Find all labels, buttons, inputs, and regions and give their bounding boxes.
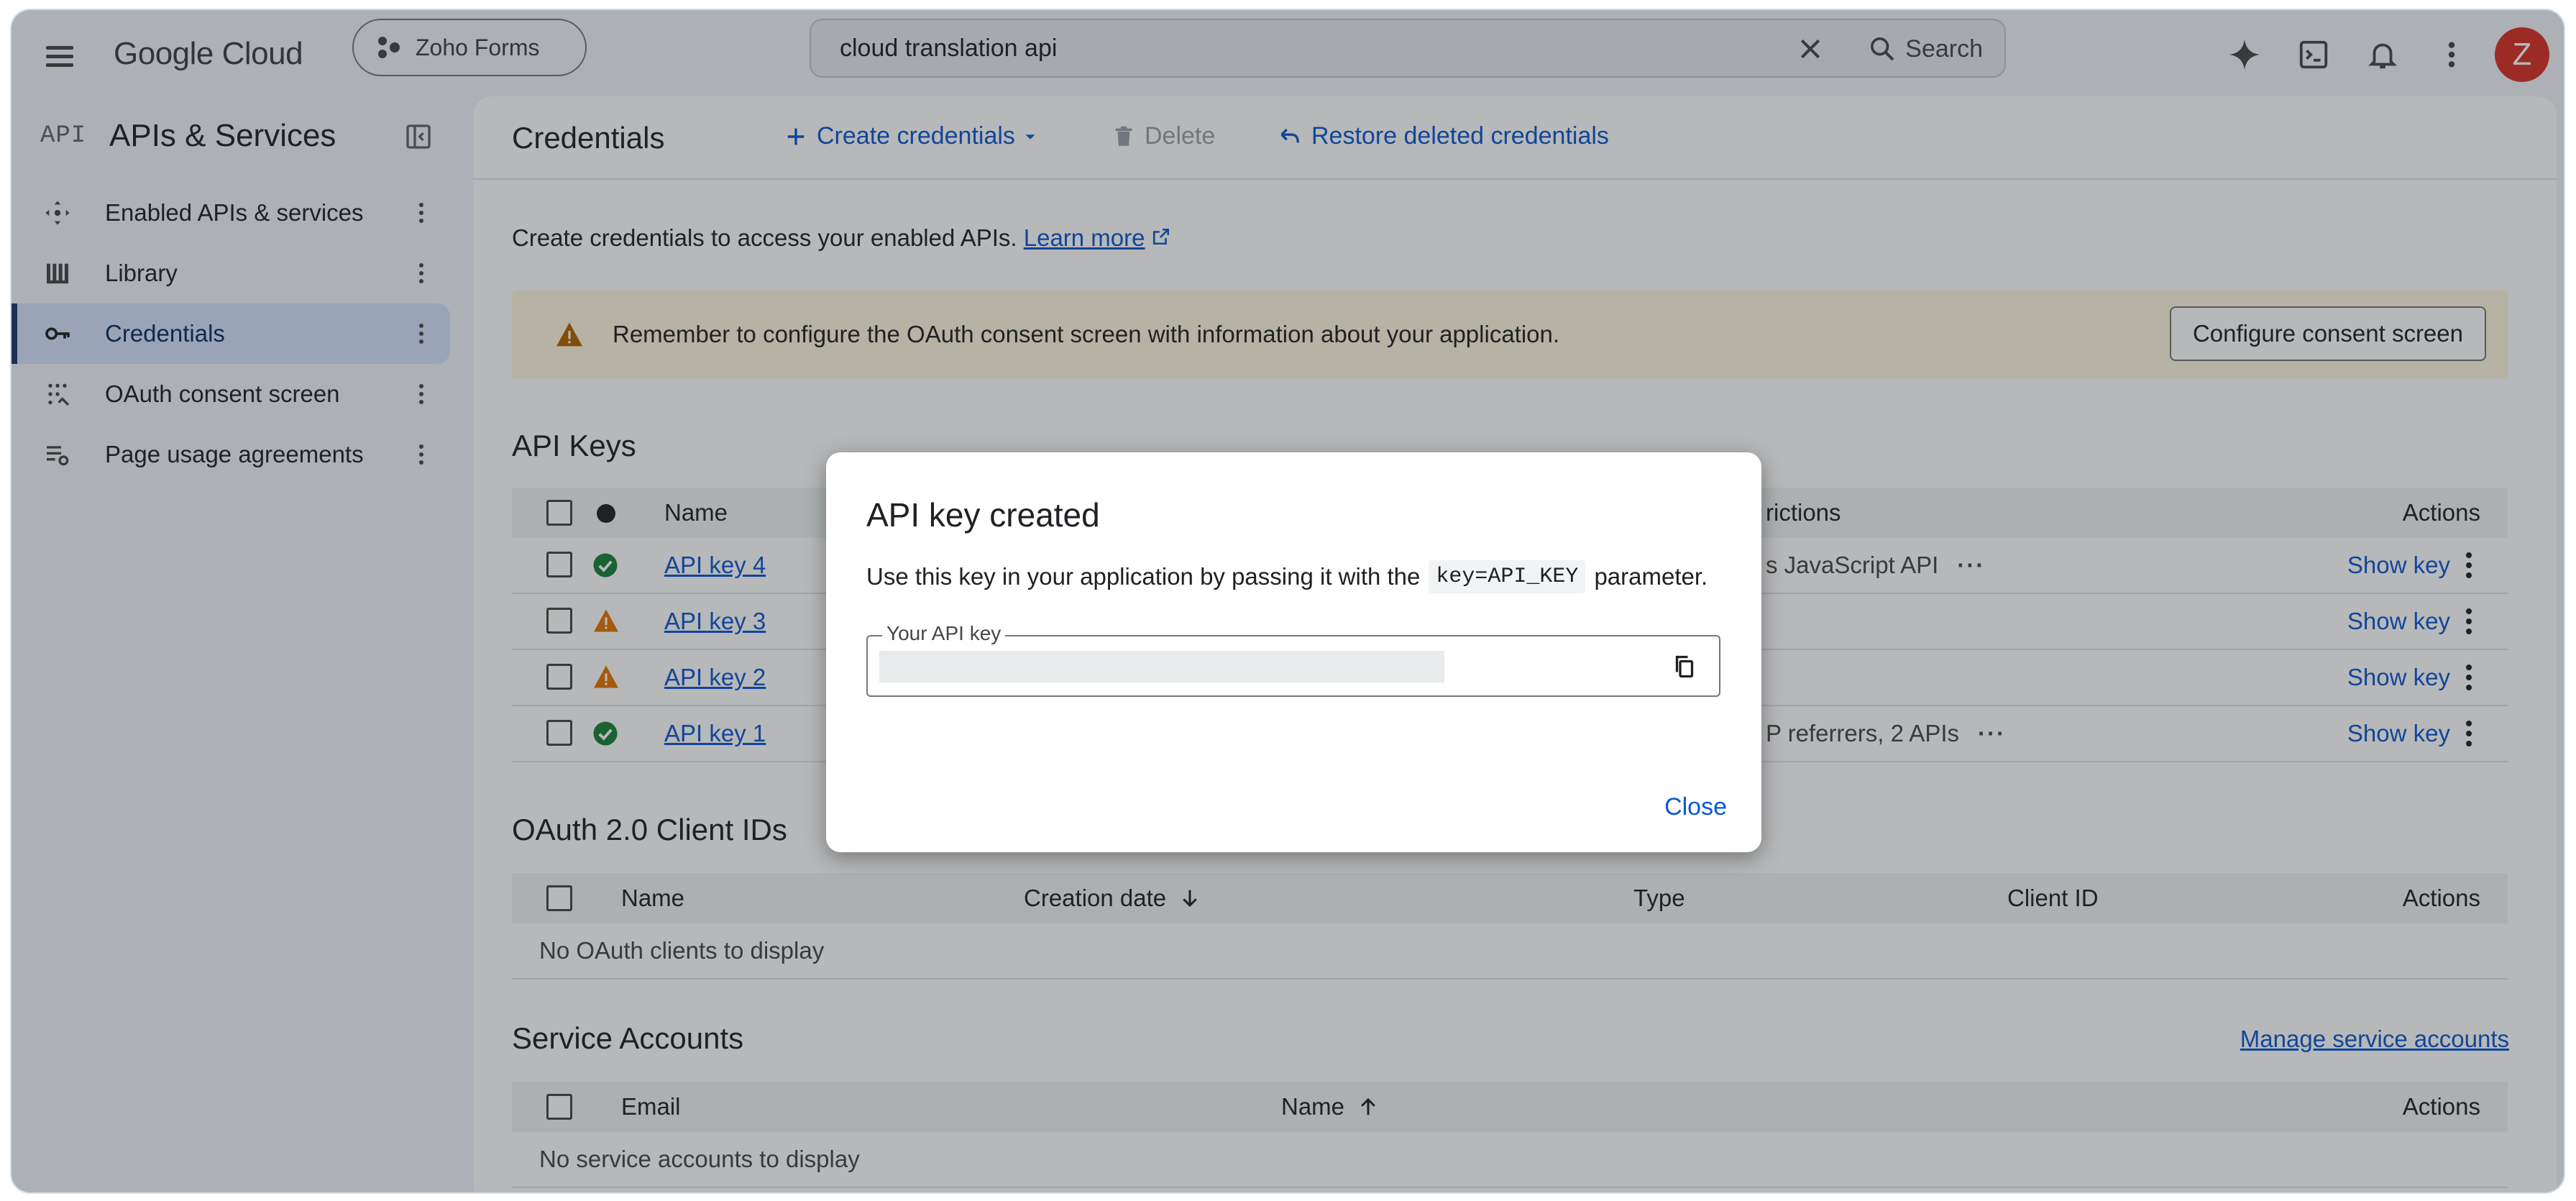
api-key-param-code: key=API_KEY: [1429, 560, 1586, 593]
api-key-field: Your API key: [866, 622, 1720, 697]
close-button[interactable]: Close: [1664, 793, 1727, 821]
dialog-body-text-end: parameter.: [1594, 563, 1708, 590]
dialog-body: Use this key in your application by pass…: [866, 560, 1708, 593]
api-key-field-label: Your API key: [882, 622, 1006, 645]
api-key-value[interactable]: [879, 651, 1444, 682]
dialog-title: API key created: [866, 496, 1100, 534]
api-key-created-dialog: API key created Use this key in your app…: [826, 452, 1761, 852]
dialog-body-text: Use this key in your application by pass…: [866, 563, 1421, 590]
copy-icon[interactable]: [1669, 651, 1700, 682]
